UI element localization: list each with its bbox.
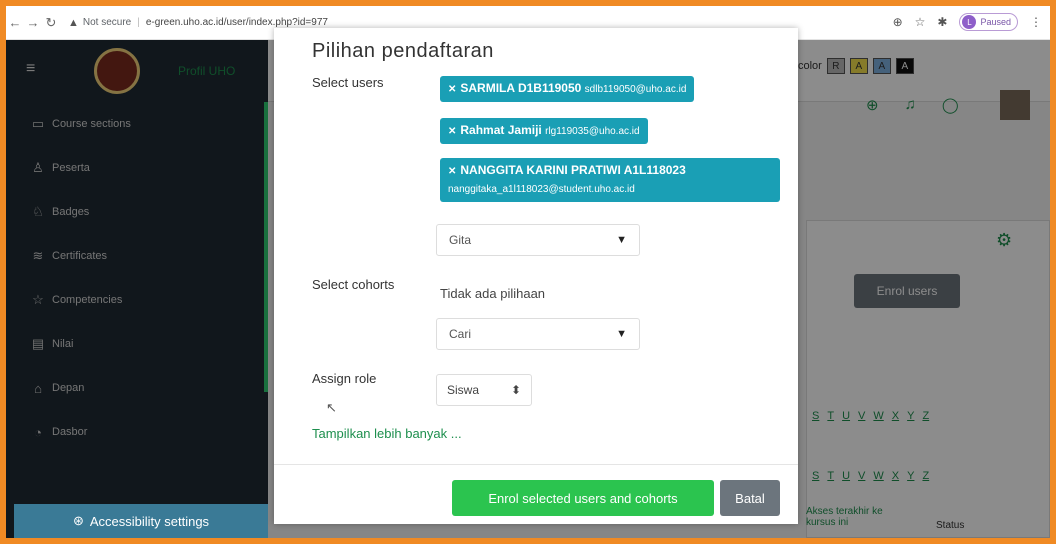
security-label: Not secure <box>82 17 132 28</box>
url-text: e-green.uho.ac.id/user/index.php?id=977 <box>145 17 328 28</box>
dropdown-arrow-icon: ▼ <box>616 328 627 340</box>
warning-icon: ▲ <box>68 16 79 29</box>
show-more-link[interactable]: Tampilkan lebih banyak ... <box>312 426 462 441</box>
forward-icon[interactable]: → <box>24 15 42 30</box>
chip-email: nanggitaka_a1l118023@student.uho.ac.id <box>448 184 635 195</box>
user-search-value: Gita <box>449 233 472 247</box>
chip-name: SARMILA D1B119050 <box>460 81 582 95</box>
enrol-selected-button[interactable]: Enrol selected users and cohorts <box>452 480 714 516</box>
selected-user-chip[interactable]: ✕ SARMILA D1B119050 sdlb119050@uho.ac.id <box>440 76 695 102</box>
chip-email: rlg119035@uho.ac.id <box>545 126 640 137</box>
footer-divider <box>274 464 798 465</box>
chip-email: sdlb119050@uho.ac.id <box>584 84 687 95</box>
cohort-search-select[interactable]: Cari ▼ <box>436 318 640 350</box>
profile-status: Paused <box>980 17 1011 27</box>
profile-button[interactable]: L Paused <box>959 13 1018 31</box>
remove-icon[interactable]: ✕ <box>448 84 456 95</box>
assign-role-select[interactable]: Siswa ⬍ <box>436 374 532 406</box>
user-search-select[interactable]: Gita ▼ <box>436 224 640 256</box>
mouse-cursor-icon: ↖ <box>326 400 337 415</box>
selected-user-chip[interactable]: ✕ NANGGITA KARINI PRATIWI A1L118023 nangg… <box>440 158 780 202</box>
accessibility-settings-button[interactable]: ⊛ Accessibility settings <box>14 504 268 538</box>
extensions-icon[interactable]: ✱ <box>937 15 947 29</box>
reload-icon[interactable]: ↻ <box>42 15 60 31</box>
assign-role-label: Assign role <box>312 371 377 386</box>
no-selection-text: Tidak ada pilihaan <box>440 286 546 301</box>
assign-role-value: Siswa <box>447 383 480 397</box>
cohort-search-value: Cari <box>449 327 472 341</box>
remove-icon[interactable]: ✕ <box>448 166 456 177</box>
select-cohorts-label: Select cohorts <box>312 277 395 292</box>
accessibility-label: Accessibility settings <box>89 513 210 529</box>
selected-user-chip[interactable]: ✕ Rahmat Jamiji rlg119035@uho.ac.id <box>440 118 648 144</box>
cancel-button[interactable]: Batal <box>720 480 780 516</box>
select-users-label: Select users <box>312 75 384 90</box>
bookmark-star-icon[interactable]: ☆ <box>915 15 926 29</box>
profile-avatar: L <box>962 15 977 29</box>
chip-name: NANGGITA KARINI PRATIWI A1L118023 <box>460 163 686 177</box>
screen: ← → ↻ ▲ Not secure | e-green.uho.ac.id/u… <box>6 6 1050 538</box>
address-bar[interactable]: ▲ Not secure | e-green.uho.ac.id/user/in… <box>68 17 328 29</box>
accessibility-icon: ⊛ <box>72 513 84 528</box>
chip-name: Rahmat Jamiji <box>460 123 542 137</box>
enrol-modal: Pilihan pendaftaran Select users ✕ SARMIL… <box>274 28 798 524</box>
dropdown-arrow-icon: ▼ <box>616 234 627 246</box>
updown-icon: ⬍ <box>510 383 521 397</box>
modal-title: Pilihan pendaftaran <box>312 40 494 62</box>
browser-actions: ⊕ ☆ ✱ L Paused ⋮ <box>893 13 1042 31</box>
browser-menu-icon[interactable]: ⋮ <box>1030 15 1042 29</box>
zoom-icon[interactable]: ⊕ <box>893 15 903 29</box>
remove-icon[interactable]: ✕ <box>448 126 456 137</box>
address-separator: | <box>137 17 140 28</box>
back-icon[interactable]: ← <box>6 15 24 30</box>
